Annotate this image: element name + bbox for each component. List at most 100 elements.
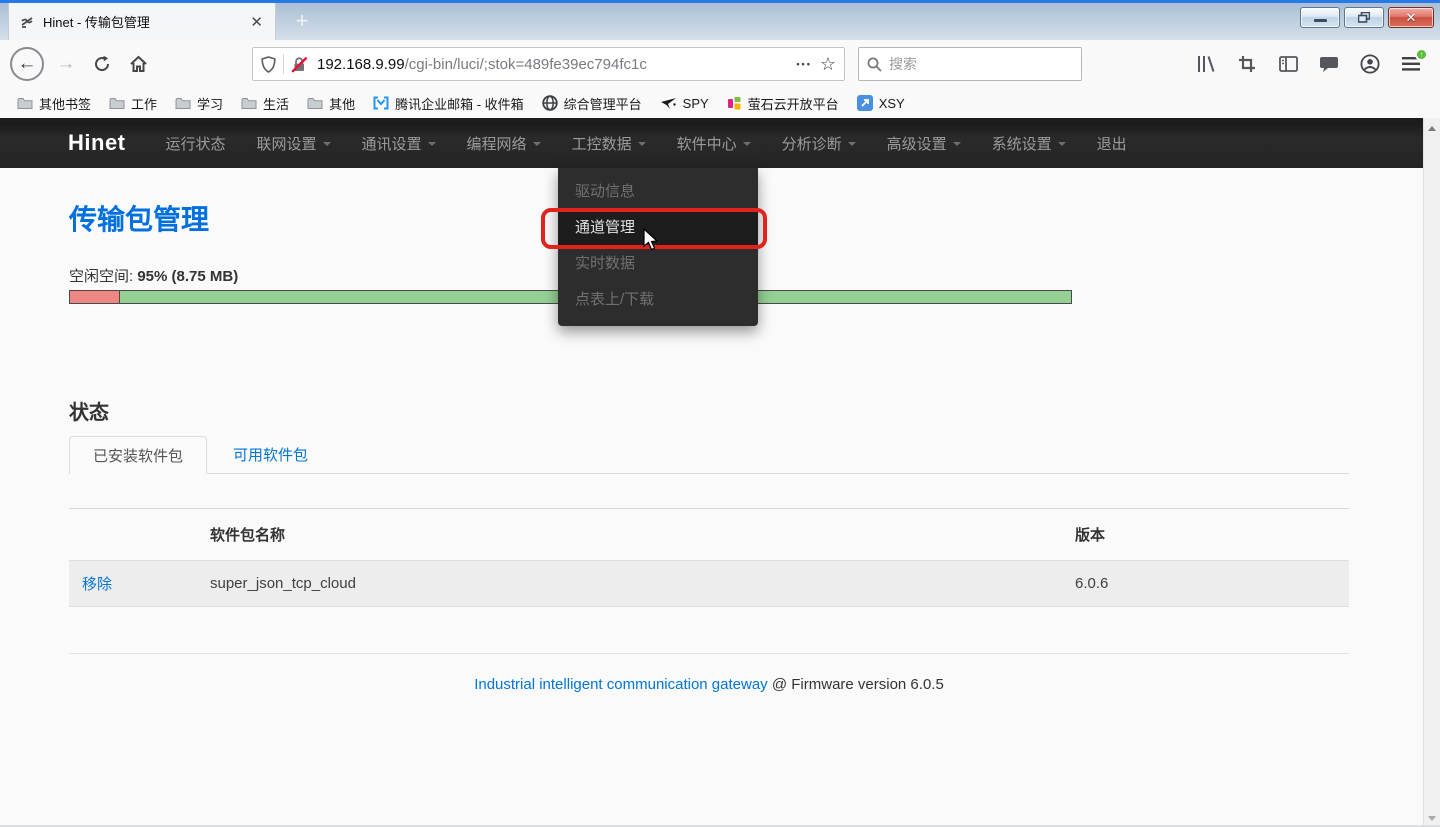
url-text[interactable]: 192.168.9.99/cgi-bin/luci/;stok=489fe39e… bbox=[317, 56, 792, 73]
chat-bubble-icon bbox=[1319, 56, 1339, 73]
header-version: 版本 bbox=[1075, 524, 1349, 545]
crop-icon bbox=[1238, 55, 1256, 73]
scroll-down-icon[interactable] bbox=[1428, 816, 1436, 821]
bookmark-mgmt-platform[interactable]: 综合管理平台 bbox=[535, 91, 649, 116]
package-name: super_json_tcp_cloud bbox=[210, 575, 1075, 592]
library-icon bbox=[1196, 55, 1216, 73]
minimize-button[interactable] bbox=[1300, 7, 1340, 28]
bookmark-star-icon[interactable]: ☆ bbox=[820, 55, 836, 73]
bookmark-label: 工作 bbox=[131, 94, 157, 113]
caret-down-icon bbox=[323, 142, 331, 146]
nav-item-comm-settings[interactable]: 通讯设置 bbox=[362, 133, 436, 154]
home-icon bbox=[129, 55, 148, 73]
tab-installed-packages[interactable]: 已安装软件包 bbox=[69, 436, 207, 474]
caret-down-icon bbox=[638, 142, 646, 146]
scroll-up-icon[interactable] bbox=[1428, 126, 1436, 131]
back-button[interactable]: ← bbox=[10, 47, 44, 81]
dropdown-item-point-table[interactable]: 点表上/下载 bbox=[558, 282, 758, 318]
bookmark-label: 综合管理平台 bbox=[564, 94, 642, 113]
address-bar[interactable]: 192.168.9.99/cgi-bin/luci/;stok=489fe39e… bbox=[252, 47, 845, 81]
bookmark-spy[interactable]: SPY bbox=[653, 93, 716, 114]
bookmark-folder-life[interactable]: 生活 bbox=[234, 91, 296, 116]
menu-button[interactable]: ↑ bbox=[1400, 53, 1422, 75]
tab-favicon-icon bbox=[19, 14, 35, 30]
forward-icon: → bbox=[57, 53, 76, 75]
minimize-icon bbox=[1314, 19, 1327, 22]
package-tabs: 已安装软件包 可用软件包 bbox=[69, 436, 1349, 474]
nav-item-advanced-settings[interactable]: 高级设置 bbox=[887, 133, 961, 154]
screenshot-button[interactable] bbox=[1236, 53, 1258, 75]
caret-down-icon bbox=[533, 142, 541, 146]
caret-down-icon bbox=[428, 142, 436, 146]
close-button[interactable]: ✕ bbox=[1388, 7, 1434, 28]
sidebar-button[interactable] bbox=[1277, 53, 1299, 75]
bookmark-folder-work[interactable]: 工作 bbox=[102, 91, 164, 116]
reload-button[interactable] bbox=[88, 47, 116, 81]
nav-item-analysis-diagnosis[interactable]: 分析诊断 bbox=[782, 133, 856, 154]
url-path: /cgi-bin/luci/;stok=489fe39ec794fc1c bbox=[405, 56, 647, 73]
nav-item-system-settings[interactable]: 系统设置 bbox=[992, 133, 1066, 154]
free-space-value: 95% (8.75 MB) bbox=[137, 268, 238, 285]
chat-button[interactable] bbox=[1318, 53, 1340, 75]
page-footer: Industrial intelligent communication gat… bbox=[69, 676, 1349, 693]
folder-icon bbox=[307, 97, 323, 110]
bookmark-folder-other[interactable]: 其他 bbox=[300, 91, 362, 116]
bookmark-label: 生活 bbox=[263, 94, 289, 113]
new-tab-button[interactable]: + bbox=[286, 7, 318, 36]
account-button[interactable] bbox=[1359, 53, 1381, 75]
tab-close-icon[interactable]: ✕ bbox=[248, 13, 265, 31]
folder-icon bbox=[17, 97, 33, 110]
content-scrollbar[interactable] bbox=[1423, 118, 1440, 827]
forward-button[interactable]: → bbox=[52, 47, 80, 81]
footer-gateway-link[interactable]: Industrial intelligent communication gat… bbox=[474, 676, 768, 693]
search-icon bbox=[867, 57, 882, 72]
brand-logo[interactable]: Hinet bbox=[68, 130, 126, 156]
bookmarks-bar: 其他书签 工作 学习 生活 其他 腾讯企业邮箱 - 收件箱 综合管理平台 SPY… bbox=[0, 88, 1440, 118]
divider bbox=[283, 54, 284, 74]
bookmark-folder-others-tags[interactable]: 其他书签 bbox=[10, 91, 98, 116]
nav-item-industrial-data[interactable]: 工控数据 bbox=[572, 133, 646, 154]
globe-icon bbox=[542, 95, 558, 111]
page-actions-icon[interactable]: ••• bbox=[796, 59, 811, 69]
restore-button[interactable] bbox=[1344, 7, 1384, 28]
tencent-mail-icon bbox=[373, 96, 389, 110]
header-package-name: 软件包名称 bbox=[210, 524, 1075, 545]
footer-firmware-text: @ Firmware version 6.0.5 bbox=[768, 676, 944, 693]
search-bar[interactable]: 搜索 bbox=[858, 47, 1082, 81]
tab-available-packages[interactable]: 可用软件包 bbox=[207, 436, 334, 473]
nav-item-network-settings[interactable]: 联网设置 bbox=[257, 133, 331, 154]
nav-item-programming-network[interactable]: 编程网络 bbox=[467, 133, 541, 154]
package-version: 6.0.6 bbox=[1075, 575, 1349, 592]
nav-item-run-status[interactable]: 运行状态 bbox=[166, 133, 226, 154]
site-navbar: Hinet 运行状态 联网设置 通讯设置 编程网络 工控数据 软件中心 分析诊断… bbox=[0, 118, 1423, 168]
page-viewport: Hinet 运行状态 联网设置 通讯设置 编程网络 工控数据 软件中心 分析诊断… bbox=[0, 118, 1423, 827]
tab-title: Hinet - 传输包管理 bbox=[43, 12, 248, 31]
table-row: 移除 super_json_tcp_cloud 6.0.6 bbox=[69, 560, 1349, 607]
nav-item-software-center[interactable]: 软件中心 bbox=[677, 133, 751, 154]
account-icon bbox=[1360, 54, 1380, 74]
reload-icon bbox=[93, 55, 111, 73]
dropdown-item-driver-info[interactable]: 驱动信息 bbox=[558, 174, 758, 210]
folder-icon bbox=[175, 97, 191, 110]
back-icon: ← bbox=[18, 53, 37, 75]
mouse-cursor-icon bbox=[643, 228, 660, 252]
home-button[interactable] bbox=[124, 47, 152, 81]
bookmark-ezviz[interactable]: 萤石云开放平台 bbox=[720, 91, 846, 116]
bookmark-label: 腾讯企业邮箱 - 收件箱 bbox=[395, 94, 524, 113]
library-button[interactable] bbox=[1195, 53, 1217, 75]
progress-used-segment bbox=[70, 291, 120, 303]
remove-link[interactable]: 移除 bbox=[82, 576, 112, 593]
status-heading: 状态 bbox=[69, 396, 1352, 425]
bookmark-label: 其他书签 bbox=[39, 94, 91, 113]
browser-toolbar: ← → 192.168.9.99/cgi-bin/luci/;stok=489f… bbox=[0, 40, 1440, 88]
shield-icon[interactable] bbox=[261, 56, 276, 73]
bookmark-folder-study[interactable]: 学习 bbox=[168, 91, 230, 116]
nav-item-logout[interactable]: 退出 bbox=[1097, 133, 1127, 154]
browser-tab[interactable]: Hinet - 传输包管理 ✕ bbox=[8, 3, 276, 40]
caret-down-icon bbox=[1058, 142, 1066, 146]
bookmark-xsy[interactable]: XSY bbox=[850, 92, 912, 114]
caret-down-icon bbox=[953, 142, 961, 146]
bookmark-tencent-mail[interactable]: 腾讯企业邮箱 - 收件箱 bbox=[366, 91, 531, 116]
xsy-arrow-icon bbox=[857, 95, 873, 111]
insecure-lock-icon[interactable] bbox=[291, 56, 308, 73]
